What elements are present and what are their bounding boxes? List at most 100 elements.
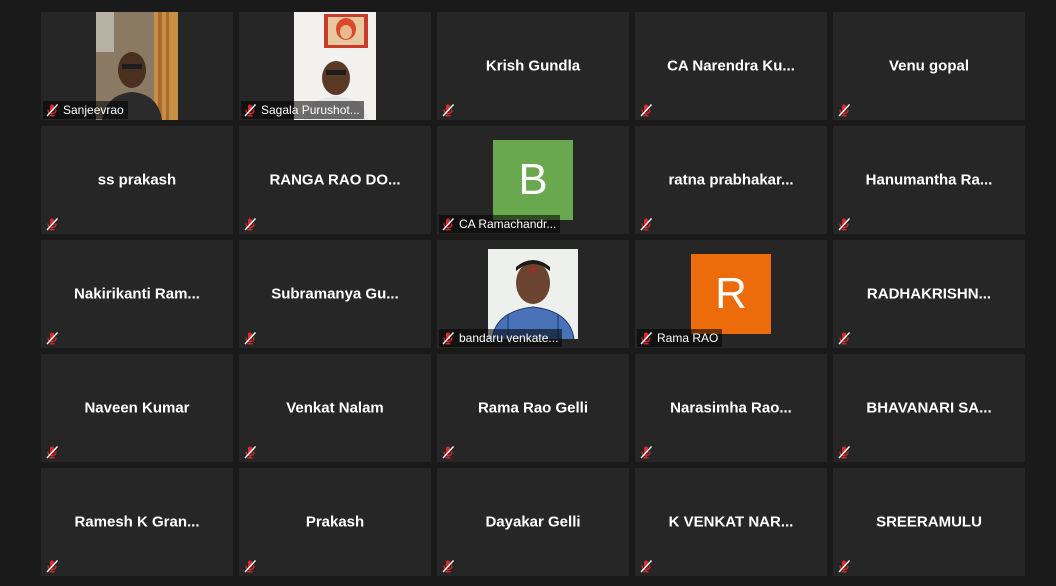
participant-tile[interactable]: Sanjeevrao bbox=[41, 12, 233, 120]
participant-tile[interactable]: Ramesh K Gran... bbox=[41, 468, 233, 576]
participant-tile[interactable]: Venkat Nalam bbox=[239, 354, 431, 462]
participant-name: ratna prabhakar... bbox=[668, 171, 794, 189]
participant-tile[interactable]: Naveen Kumar bbox=[41, 354, 233, 462]
participant-tile[interactable]: BHAVANARI SA... bbox=[833, 354, 1025, 462]
participant-tile[interactable]: Rama Rao Gelli bbox=[437, 354, 629, 462]
muted-mic-icon bbox=[837, 445, 851, 459]
participant-label: CA Ramachandr... bbox=[439, 215, 561, 233]
participant-label bbox=[241, 443, 261, 461]
participant-tile[interactable]: ss prakash bbox=[41, 126, 233, 234]
participant-tile[interactable]: B CA Ramachandr... bbox=[437, 126, 629, 234]
participant-label bbox=[835, 101, 855, 119]
participant-label bbox=[835, 215, 855, 233]
participant-label-name: CA Ramachandr... bbox=[459, 217, 557, 231]
muted-mic-icon bbox=[243, 103, 257, 117]
participant-label bbox=[43, 443, 63, 461]
participant-name: K VENKAT NAR... bbox=[668, 513, 794, 531]
participant-name: Subramanya Gu... bbox=[271, 285, 399, 303]
muted-mic-icon bbox=[45, 331, 59, 345]
participant-tile[interactable]: Nakirikanti Ram... bbox=[41, 240, 233, 348]
participant-tile[interactable]: Venu gopal bbox=[833, 12, 1025, 120]
muted-mic-icon bbox=[441, 331, 455, 345]
muted-mic-icon bbox=[639, 445, 653, 459]
muted-mic-icon bbox=[45, 103, 59, 117]
muted-mic-icon bbox=[243, 217, 257, 231]
participant-tile[interactable]: Krish Gundla bbox=[437, 12, 629, 120]
gallery-view-grid: Sanjeevrao Sagala Purushot... Krish Gundla… bbox=[41, 12, 1025, 576]
participant-tile[interactable]: Narasimha Rao... bbox=[635, 354, 827, 462]
muted-mic-icon bbox=[639, 103, 653, 117]
avatar-initial: B bbox=[518, 155, 548, 204]
participant-name: CA Narendra Ku... bbox=[667, 57, 795, 75]
participant-name: Naveen Kumar bbox=[84, 399, 190, 417]
avatar-initial: R bbox=[715, 269, 747, 318]
muted-mic-icon bbox=[837, 331, 851, 345]
participant-tile[interactable]: Subramanya Gu... bbox=[239, 240, 431, 348]
participant-label bbox=[241, 329, 261, 347]
participant-name: Ramesh K Gran... bbox=[74, 513, 200, 531]
participant-label: bandaru venkate... bbox=[439, 329, 563, 347]
participant-label bbox=[835, 443, 855, 461]
participant-tile[interactable]: K VENKAT NAR... bbox=[635, 468, 827, 576]
participant-label bbox=[241, 557, 261, 575]
participant-label bbox=[835, 329, 855, 347]
participant-label: Rama RAO bbox=[637, 329, 723, 347]
participant-tile[interactable]: RANGA RAO DO... bbox=[239, 126, 431, 234]
participant-label bbox=[637, 215, 657, 233]
participant-tile[interactable]: RADHAKRISHN... bbox=[833, 240, 1025, 348]
participant-name: ss prakash bbox=[97, 171, 177, 189]
participant-avatar: R bbox=[691, 254, 771, 334]
muted-mic-icon bbox=[441, 103, 455, 117]
participant-name: Hanumantha Ra... bbox=[865, 171, 993, 189]
participant-label bbox=[43, 215, 63, 233]
participant-label bbox=[637, 101, 657, 119]
muted-mic-icon bbox=[45, 217, 59, 231]
participant-label bbox=[43, 329, 63, 347]
participant-label bbox=[241, 215, 261, 233]
muted-mic-icon bbox=[243, 445, 257, 459]
participant-label bbox=[439, 443, 459, 461]
participant-label: Sanjeevrao bbox=[43, 101, 128, 119]
muted-mic-icon bbox=[441, 445, 455, 459]
muted-mic-icon bbox=[639, 217, 653, 231]
participant-label-name: Sagala Purushot... bbox=[261, 103, 360, 117]
participant-tile[interactable]: Sagala Purushot... bbox=[239, 12, 431, 120]
participant-tile[interactable]: Dayakar Gelli bbox=[437, 468, 629, 576]
participant-tile[interactable]: CA Narendra Ku... bbox=[635, 12, 827, 120]
muted-mic-icon bbox=[45, 445, 59, 459]
participant-name: RADHAKRISHN... bbox=[866, 285, 992, 303]
participant-label bbox=[43, 557, 63, 575]
participant-name: Prakash bbox=[305, 513, 365, 531]
muted-mic-icon bbox=[837, 217, 851, 231]
participant-name: RANGA RAO DO... bbox=[269, 171, 401, 189]
muted-mic-icon bbox=[441, 217, 455, 231]
participant-label bbox=[637, 557, 657, 575]
participant-avatar: B bbox=[493, 140, 573, 220]
muted-mic-icon bbox=[243, 331, 257, 345]
participant-label bbox=[439, 557, 459, 575]
participant-label bbox=[835, 557, 855, 575]
muted-mic-icon bbox=[441, 559, 455, 573]
participant-name: Venu gopal bbox=[888, 57, 969, 75]
participant-label bbox=[637, 443, 657, 461]
participant-label-name: Rama RAO bbox=[657, 331, 719, 345]
participant-name: Nakirikanti Ram... bbox=[74, 285, 200, 303]
participant-label: Sagala Purushot... bbox=[241, 101, 364, 119]
participant-name: Rama Rao Gelli bbox=[477, 399, 589, 417]
participant-name: BHAVANARI SA... bbox=[866, 399, 992, 417]
participant-name: Krish Gundla bbox=[485, 57, 581, 75]
participant-tile[interactable]: Prakash bbox=[239, 468, 431, 576]
participant-label bbox=[439, 101, 459, 119]
participant-tile[interactable]: bandaru venkate... bbox=[437, 240, 629, 348]
participant-label-name: Sanjeevrao bbox=[63, 103, 124, 117]
participant-name: Venkat Nalam bbox=[286, 399, 384, 417]
participant-name: Dayakar Gelli bbox=[485, 513, 581, 531]
muted-mic-icon bbox=[639, 559, 653, 573]
participant-tile[interactable]: Hanumantha Ra... bbox=[833, 126, 1025, 234]
participant-tile[interactable]: ratna prabhakar... bbox=[635, 126, 827, 234]
participant-video bbox=[488, 249, 578, 339]
muted-mic-icon bbox=[837, 559, 851, 573]
participant-label-name: bandaru venkate... bbox=[459, 331, 559, 345]
participant-tile[interactable]: R Rama RAO bbox=[635, 240, 827, 348]
participant-tile[interactable]: SREERAMULU bbox=[833, 468, 1025, 576]
